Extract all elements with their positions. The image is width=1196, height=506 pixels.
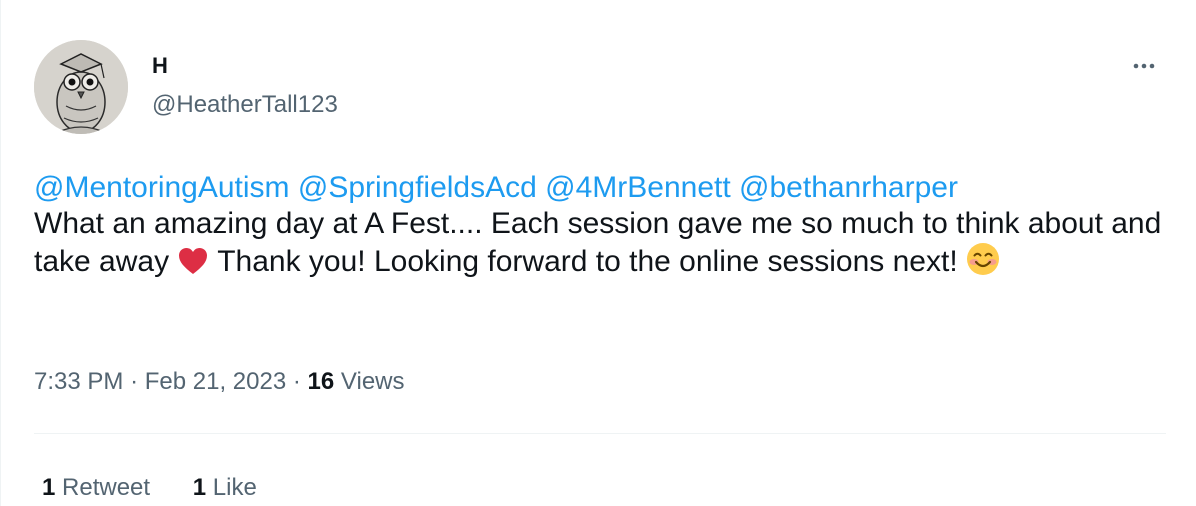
likes-stat[interactable]: 1 Like <box>193 472 257 504</box>
mention-link[interactable]: @bethanrharper <box>739 171 958 204</box>
left-border <box>0 0 1 506</box>
retweets-stat[interactable]: 1 Retweet <box>42 472 150 504</box>
meta-separator: · <box>292 368 301 395</box>
divider <box>34 433 1166 434</box>
red-heart-emoji-icon <box>177 246 209 285</box>
tweet-card: H @HeatherTall123 @MentoringAutism @Spri… <box>0 0 1196 506</box>
tweet-text: @MentoringAutism @SpringfieldsAcd @4MrBe… <box>34 170 1174 285</box>
smiling-face-emoji-icon <box>966 242 1000 285</box>
author-handle[interactable]: @HeatherTall123 <box>152 90 338 120</box>
mention-link[interactable]: @SpringfieldsAcd <box>298 171 537 204</box>
engagement-stats: 1 Retweet 1 Like <box>42 472 257 504</box>
tweet-meta: 7:33 PM · Feb 21, 2023 · 16 Views <box>34 366 405 398</box>
likes-count: 1 <box>192 474 207 501</box>
mention-link[interactable]: @4MrBennett <box>545 171 731 204</box>
views-count: 16 <box>307 368 335 395</box>
retweets-count: 1 <box>42 474 56 501</box>
more-options-button[interactable] <box>1122 48 1166 84</box>
views-label: Views <box>340 368 405 395</box>
tweet-time[interactable]: 7:33 PM <box>34 368 123 395</box>
mention-link[interactable]: @MentoringAutism <box>34 171 290 204</box>
tweet-date[interactable]: Feb 21, 2023 <box>145 368 286 395</box>
avatar[interactable] <box>34 40 128 134</box>
owl-sketch-avatar-image <box>34 40 128 134</box>
likes-label: Like <box>212 474 257 501</box>
retweets-label: Retweet <box>62 474 151 501</box>
author-display-name[interactable]: H <box>152 52 168 80</box>
meta-separator: · <box>130 368 139 395</box>
more-options-icon <box>1133 63 1155 69</box>
tweet-body-part2: Thank you! Looking forward to the online… <box>217 245 958 278</box>
